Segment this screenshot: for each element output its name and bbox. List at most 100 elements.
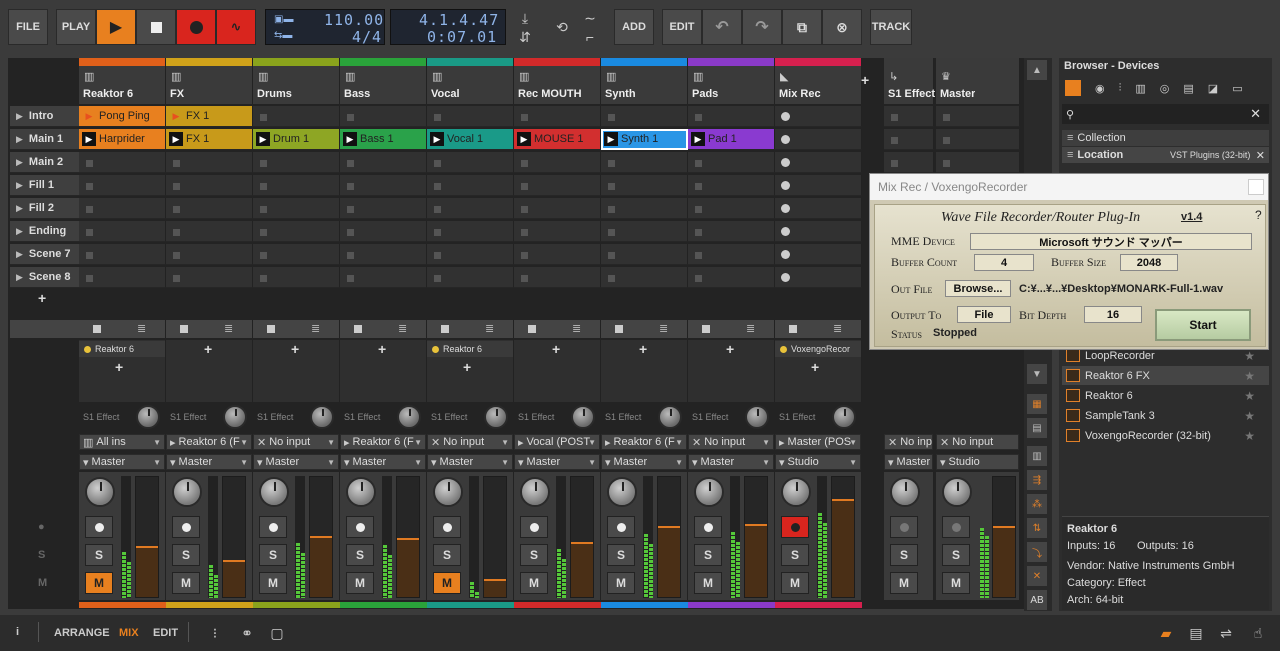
solo-all-label[interactable]: S	[38, 549, 45, 561]
scene-5[interactable]: ▶ Ending	[10, 221, 79, 242]
pan-knob[interactable]	[781, 477, 811, 507]
mix-tab[interactable]: MIX	[119, 627, 139, 639]
location-row[interactable]: ≡ Location VST Plugins (32-bit) ✕	[1062, 147, 1269, 163]
stop-slot-icon[interactable]	[521, 229, 528, 236]
empty-slot[interactable]	[775, 152, 862, 173]
position-display[interactable]: 4.1.4.47 0:07.01	[390, 9, 506, 46]
search-clear-icon[interactable]: ✕	[1250, 106, 1261, 122]
output-select[interactable]: ▾ Master ▼	[427, 454, 513, 470]
empty-slot[interactable]	[79, 244, 166, 265]
browser-item[interactable]: Reaktor 6 ★	[1062, 386, 1269, 405]
track-settings-icon[interactable]: ≣	[398, 322, 407, 335]
plugin-close-icon[interactable]	[1248, 179, 1264, 195]
track-settings-icon[interactable]: ≣	[833, 322, 842, 335]
empty-slot[interactable]	[514, 152, 601, 173]
stop-slot-icon[interactable]	[260, 160, 267, 167]
x-icon[interactable]: ✕	[1027, 566, 1047, 586]
music-tab-icon[interactable]: ◎	[1160, 82, 1170, 95]
file-button[interactable]: FILE	[8, 9, 48, 45]
output-select[interactable]: ▾ Master ▼	[514, 454, 600, 470]
record-slot-icon[interactable]	[781, 227, 790, 236]
stop-slot-icon[interactable]	[608, 275, 615, 282]
volume-fader[interactable]	[570, 476, 594, 598]
scene-launch-icon[interactable]: ▶	[16, 134, 23, 145]
browser-toggle-icon[interactable]: ▰	[1157, 624, 1175, 642]
add-device-icon[interactable]: +	[552, 341, 560, 357]
browser-item[interactable]: SampleTank 3 ★	[1062, 406, 1269, 425]
empty-slot[interactable]	[688, 152, 775, 173]
device-chip[interactable]: VoxengoRecor	[775, 341, 861, 357]
track-stop-icon[interactable]	[615, 325, 623, 333]
stop-slot-icon[interactable]	[521, 183, 528, 190]
stop-slot-icon[interactable]	[891, 114, 898, 121]
volume-fader[interactable]	[309, 476, 333, 598]
clip-play-icon[interactable]: ▶	[430, 132, 444, 146]
stop-slot-icon[interactable]	[86, 229, 93, 236]
empty-slot[interactable]	[427, 221, 514, 242]
fx-pan-knob[interactable]	[942, 477, 972, 507]
track-settings-icon[interactable]: ≣	[746, 322, 755, 335]
volume-fader[interactable]	[396, 476, 420, 598]
ab-icon[interactable]: AB	[1027, 590, 1047, 610]
output-select[interactable]: ▾ Studio ▼	[775, 454, 861, 470]
tempo-display[interactable]: ▣▬ ⇆▬ 110.00 4/4	[265, 9, 385, 46]
mute-button[interactable]: M	[433, 572, 461, 594]
stop-slot-icon[interactable]	[173, 183, 180, 190]
undo-button[interactable]: ↶	[702, 9, 742, 45]
fx-record-arm-button[interactable]	[890, 516, 918, 538]
add-track-icon[interactable]: +	[861, 72, 869, 88]
empty-slot[interactable]	[427, 152, 514, 173]
empty-slot[interactable]	[688, 244, 775, 265]
send-knob[interactable]	[832, 405, 856, 429]
empty-slot[interactable]	[936, 152, 1020, 173]
add-device-icon[interactable]: +	[726, 341, 734, 357]
empty-slot[interactable]	[340, 198, 427, 219]
empty-slot[interactable]	[79, 221, 166, 242]
fx-solo-button[interactable]: S	[890, 544, 918, 566]
multisample-tab-icon[interactable]: ▥	[1135, 82, 1145, 95]
empty-slot[interactable]	[601, 244, 688, 265]
stop-slot-icon[interactable]	[173, 229, 180, 236]
clip-slot[interactable]: ▶ Vocal 1	[427, 129, 514, 150]
plugin-window-title[interactable]: Mix Rec / VoxengoRecorder	[870, 174, 1268, 200]
browser-item[interactable]: VoxengoRecorder (32-bit) ★	[1062, 426, 1269, 445]
fx-mute-button[interactable]: M	[890, 572, 918, 594]
track-header-6[interactable]: ▥ Synth	[601, 58, 688, 104]
stop-slot-icon[interactable]	[173, 206, 180, 213]
mme-device-select[interactable]: Microsoft サウンド マッパー	[970, 233, 1252, 250]
automation-write-button[interactable]: ∿	[216, 9, 256, 45]
empty-slot[interactable]	[79, 198, 166, 219]
hand-icon[interactable]: ☝	[1249, 624, 1267, 642]
scene-2[interactable]: ▶ Main 2	[10, 152, 79, 173]
scene-0[interactable]: ▶ Intro	[10, 106, 79, 127]
mute-button[interactable]: M	[781, 572, 809, 594]
send-knob[interactable]	[310, 405, 334, 429]
track-header-1[interactable]: ▥ FX	[166, 58, 253, 104]
stop-slot-icon[interactable]	[695, 206, 702, 213]
start-button[interactable]: Start	[1155, 309, 1251, 341]
empty-slot[interactable]	[253, 244, 340, 265]
stop-slot-icon[interactable]	[943, 114, 950, 121]
mute-button[interactable]: M	[172, 572, 200, 594]
empty-slot[interactable]	[775, 244, 862, 265]
stop-slot-icon[interactable]	[943, 160, 950, 167]
empty-slot[interactable]	[166, 198, 253, 219]
stop-slot-icon[interactable]	[347, 183, 354, 190]
track-stop-icon[interactable]	[354, 325, 362, 333]
volume-fader[interactable]	[744, 476, 768, 598]
empty-slot[interactable]	[253, 106, 340, 127]
monitor-tab-icon[interactable]: ▭	[1232, 82, 1242, 95]
empty-slot[interactable]	[253, 267, 340, 288]
clip-slot[interactable]: ▶ FX 1	[166, 129, 253, 150]
mute-button[interactable]: M	[520, 572, 548, 594]
favorite-star-icon[interactable]: ★	[1244, 389, 1255, 403]
record-slot-icon[interactable]	[781, 273, 790, 282]
scene-launch-icon[interactable]: ▶	[16, 180, 23, 191]
scene-launch-icon[interactable]: ▶	[16, 249, 23, 260]
stop-button[interactable]	[136, 9, 176, 45]
clip-slot[interactable]: ▶ Drum 1	[253, 129, 340, 150]
tempo-value[interactable]: 110.00	[324, 11, 384, 29]
samples-tab-icon[interactable]: ⫶	[1119, 82, 1122, 95]
clip-slot[interactable]: ▶ Pong Ping	[79, 106, 166, 127]
stop-slot-icon[interactable]	[695, 183, 702, 190]
